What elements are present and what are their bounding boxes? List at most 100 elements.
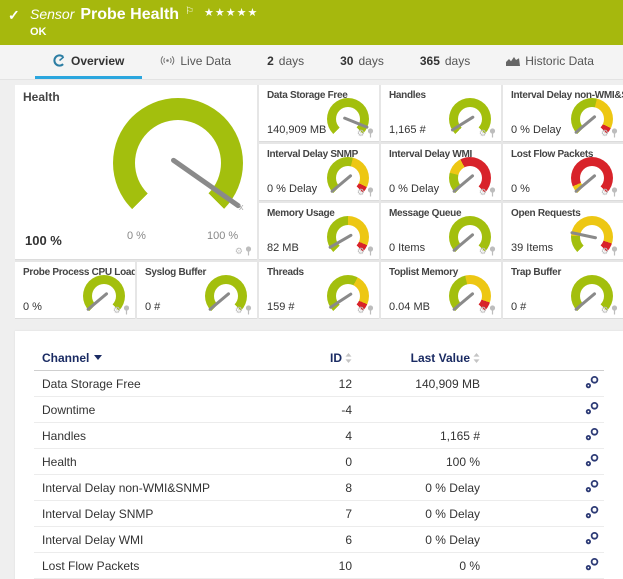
last-value-cell: 0 % Delay	[352, 533, 480, 547]
channel-cell: Handles	[42, 429, 322, 443]
pin-icon[interactable]	[245, 246, 252, 256]
pin-icon[interactable]	[489, 246, 496, 256]
flag-icon[interactable]: ⚐	[185, 6, 194, 17]
last-value-cell: 1,165 #	[352, 429, 480, 443]
pin-icon[interactable]	[611, 246, 618, 256]
pin-icon[interactable]	[245, 305, 252, 315]
tab-historic-data[interactable]: Historic Data	[488, 51, 612, 79]
gauge-panel-syslog-buffer[interactable]: Syslog Buffer0 #⚙	[137, 262, 257, 319]
tab-30-days[interactable]: 30days	[322, 51, 402, 79]
gear-icon[interactable]: ⚙	[479, 247, 487, 256]
gear-icon[interactable]: ⚙	[601, 247, 609, 256]
last-value-cell: 0 % Delay	[352, 507, 480, 521]
gauge-panel-handles[interactable]: Handles1,165 #⚙	[381, 85, 501, 142]
gear-icon[interactable]: ⚙	[601, 306, 609, 315]
last-value-cell: 140,909 MB	[352, 377, 480, 391]
pin-icon[interactable]	[367, 187, 374, 197]
gear-icon[interactable]: ⚙	[235, 247, 243, 256]
gauge-icon	[53, 54, 66, 67]
channel-settings-icon[interactable]	[585, 557, 600, 574]
gear-icon[interactable]: ⚙	[357, 129, 365, 138]
table-row[interactable]: Interval Delay non-WMI&SNMP80 % Delay	[34, 475, 604, 501]
pin-icon[interactable]	[367, 128, 374, 138]
gauge-panel-interval-delay-non-wmi-snmp[interactable]: Interval Delay non-WMI&SNMP0 % Delay⚙	[503, 85, 623, 142]
gauge-panel-data-storage-free[interactable]: Data Storage Free140,909 MB⚙	[259, 85, 379, 142]
gauge-value: 39 Items	[511, 242, 553, 254]
id-cell: -4	[322, 403, 352, 417]
gauge-panel-threads[interactable]: Threads159 #⚙	[259, 262, 379, 319]
tab-label: days	[279, 54, 304, 68]
pin-icon[interactable]	[489, 305, 496, 315]
pin-icon[interactable]	[489, 187, 496, 197]
pin-icon[interactable]	[367, 305, 374, 315]
gauge-panel-memory-usage[interactable]: Memory Usage82 MB⚙	[259, 203, 379, 260]
tab-365-days[interactable]: 365 days	[402, 51, 488, 79]
id-cell: 6	[322, 533, 352, 547]
channel-cell: Data Storage Free	[42, 377, 322, 391]
gauge-panel-message-queue[interactable]: Message Queue0 Items⚙	[381, 203, 501, 260]
gauge-panel-lost-flow-packets[interactable]: Lost Flow Packets0 %⚙	[503, 144, 623, 201]
gear-icon[interactable]: ⚙	[357, 247, 365, 256]
gauge-panel-health[interactable]: Health x 0 % 100 % 100 % ⚙	[15, 85, 257, 260]
tab-number: 2	[267, 54, 274, 68]
channel-settings-icon[interactable]	[585, 427, 600, 444]
channel-settings-icon[interactable]	[585, 531, 600, 548]
tab-live-data[interactable]: Live Data	[142, 51, 249, 79]
column-header-channel[interactable]: Channel	[42, 351, 322, 365]
channel-settings-icon[interactable]	[585, 375, 600, 392]
column-header-id[interactable]: ID	[322, 351, 352, 365]
sensor-header: ✓ Sensor Probe Health ⚐ ★★★★★ OK	[0, 0, 623, 45]
channel-cell: Lost Flow Packets	[42, 559, 322, 573]
channel-cell: Interval Delay SNMP	[42, 507, 322, 521]
gauge-value: 82 MB	[267, 242, 299, 254]
gauge-value: 0 %	[511, 183, 530, 195]
gear-icon[interactable]: ⚙	[235, 306, 243, 315]
gear-icon[interactable]: ⚙	[113, 306, 121, 315]
pin-icon[interactable]	[611, 187, 618, 197]
pin-icon[interactable]	[367, 246, 374, 256]
pin-icon[interactable]	[123, 305, 130, 315]
last-value-cell: 0 %	[352, 559, 480, 573]
gauge-panel-interval-delay-snmp[interactable]: Interval Delay SNMP0 % Delay⚙	[259, 144, 379, 201]
channel-settings-icon[interactable]	[585, 479, 600, 496]
gauge-panel-probe-process-cpu-load[interactable]: Probe Process CPU Load0 %⚙	[15, 262, 135, 319]
gear-icon[interactable]: ⚙	[357, 306, 365, 315]
table-row[interactable]: Health0100 %	[34, 449, 604, 475]
last-value-cell: 100 %	[352, 455, 480, 469]
gear-icon[interactable]: ⚙	[601, 188, 609, 197]
gear-icon[interactable]: ⚙	[479, 188, 487, 197]
tab-label: Live Data	[180, 54, 231, 68]
channel-cell: Interval Delay non-WMI&SNMP	[42, 481, 322, 495]
channel-cell: Interval Delay WMI	[42, 533, 322, 547]
table-row[interactable]: Handles41,165 #	[34, 423, 604, 449]
priority-stars[interactable]: ★★★★★	[204, 6, 258, 19]
tab-overview[interactable]: Overview	[35, 51, 142, 79]
pin-icon[interactable]	[611, 305, 618, 315]
tab-2-days[interactable]: 2 days	[249, 51, 322, 79]
channel-settings-icon[interactable]	[585, 453, 600, 470]
channel-settings-icon[interactable]	[585, 505, 600, 522]
status-badge: OK	[30, 26, 623, 38]
gauge-panel-interval-delay-wmi[interactable]: Interval Delay WMI0 % Delay⚙	[381, 144, 501, 201]
pin-icon[interactable]	[489, 128, 496, 138]
gear-icon[interactable]: ⚙	[479, 306, 487, 315]
tab-log[interactable]: Log	[612, 51, 623, 79]
pin-icon[interactable]	[611, 128, 618, 138]
gauge-panel-open-requests[interactable]: Open Requests39 Items⚙	[503, 203, 623, 260]
table-row[interactable]: Interval Delay SNMP70 % Delay	[34, 501, 604, 527]
channel-settings-icon[interactable]	[585, 401, 600, 418]
table-row[interactable]: Downtime-4	[34, 397, 604, 423]
gauge-panel-toplist-memory[interactable]: Toplist Memory0.04 MB⚙	[381, 262, 501, 319]
table-row[interactable]: Interval Delay WMI60 % Delay	[34, 527, 604, 553]
tab-number: 365	[420, 54, 440, 68]
gear-icon[interactable]: ⚙	[357, 188, 365, 197]
tab-label: days	[445, 54, 470, 68]
table-row[interactable]: Lost Flow Packets100 %	[34, 553, 604, 579]
gear-icon[interactable]: ⚙	[601, 129, 609, 138]
sensor-kind-label: Sensor	[30, 6, 74, 22]
gauge-panel-trap-buffer[interactable]: Trap Buffer0 #⚙	[503, 262, 623, 319]
tab-number: 30	[340, 54, 353, 68]
table-row[interactable]: Data Storage Free12140,909 MB	[34, 371, 604, 397]
gear-icon[interactable]: ⚙	[479, 129, 487, 138]
column-header-last-value[interactable]: Last Value	[352, 351, 480, 365]
